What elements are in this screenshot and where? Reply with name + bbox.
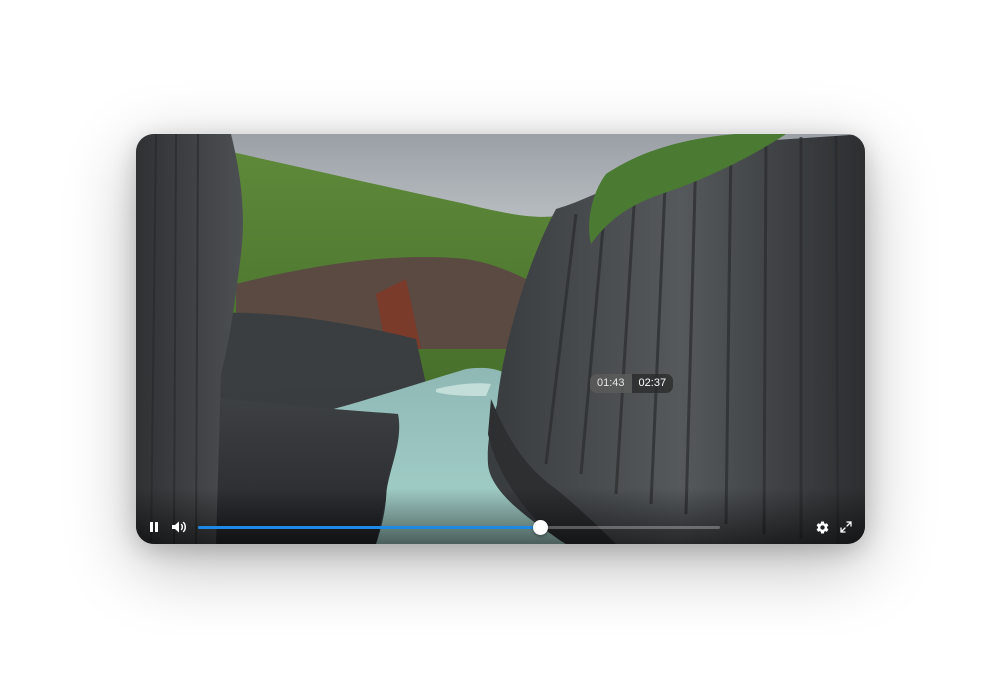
volume-button[interactable] xyxy=(168,515,192,539)
fullscreen-icon xyxy=(840,521,852,533)
fullscreen-button[interactable] xyxy=(834,515,858,539)
play-pause-button[interactable] xyxy=(142,515,166,539)
pause-icon xyxy=(150,522,158,532)
duration-time: 02:37 xyxy=(631,374,674,393)
volume-icon xyxy=(172,521,186,533)
progress-played xyxy=(198,526,541,529)
progress-scrubber-handle[interactable] xyxy=(533,520,549,535)
time-display: 01:43 02:37 xyxy=(590,374,674,393)
current-time: 01:43 xyxy=(590,374,632,393)
video-player[interactable] xyxy=(136,134,865,544)
page-background: 01:43 02:37 xyxy=(0,0,1001,678)
gear-icon xyxy=(816,520,828,533)
controls-bar xyxy=(136,488,865,544)
video-frame[interactable] xyxy=(136,134,865,544)
progress-bar[interactable] xyxy=(198,520,720,535)
settings-button[interactable] xyxy=(810,515,834,539)
